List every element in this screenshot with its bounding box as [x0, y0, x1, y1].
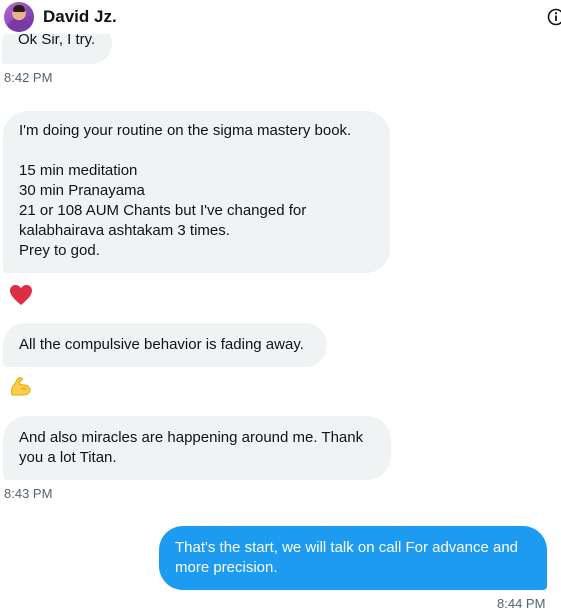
red-heart-icon[interactable]: [6, 280, 36, 310]
message-text: I'm doing your routine on the sigma mast…: [19, 122, 352, 139]
message-bubble-3[interactable]: All the compulsive behavior is fading aw…: [3, 323, 327, 367]
message-timestamp: 8:44 PM: [497, 596, 546, 611]
message-text: All the compulsive behavior is fading aw…: [19, 336, 304, 353]
message-text: That's the start, we will talk on call F…: [175, 539, 519, 556]
message-text: Prey to god.: [19, 242, 100, 259]
flexed-biceps-icon[interactable]: [6, 372, 36, 402]
message-text: more precision.: [175, 559, 278, 576]
sent-message-bubble[interactable]: That's the start, we will talk on call F…: [159, 526, 547, 590]
message-text: 15 min meditation: [19, 162, 138, 179]
message-timestamp: 8:42 PM: [4, 70, 53, 85]
message-text: kalabhairava ashtakam 3 times.: [19, 222, 230, 239]
message-text: 21 or 108 AUM Chants but I've changed fo…: [19, 202, 307, 219]
message-text: And also miracles are happening around m…: [19, 429, 364, 446]
avatar[interactable]: [4, 2, 34, 32]
message-text: 30 min Pranayama: [19, 182, 145, 199]
conversation-messages: Ok Sir, I try. 8:42 PM I'm doing your ro…: [0, 0, 561, 615]
contact-name[interactable]: David Jz.: [43, 7, 117, 27]
message-text: you a lot Titan.: [19, 449, 117, 466]
info-icon[interactable]: [547, 8, 561, 26]
message-timestamp: 8:43 PM: [4, 486, 53, 501]
conversation-header: David Jz.: [0, 0, 561, 34]
message-bubble-2[interactable]: I'm doing your routine on the sigma mast…: [3, 111, 390, 273]
message-bubble-4[interactable]: And also miracles are happening around m…: [3, 416, 391, 480]
